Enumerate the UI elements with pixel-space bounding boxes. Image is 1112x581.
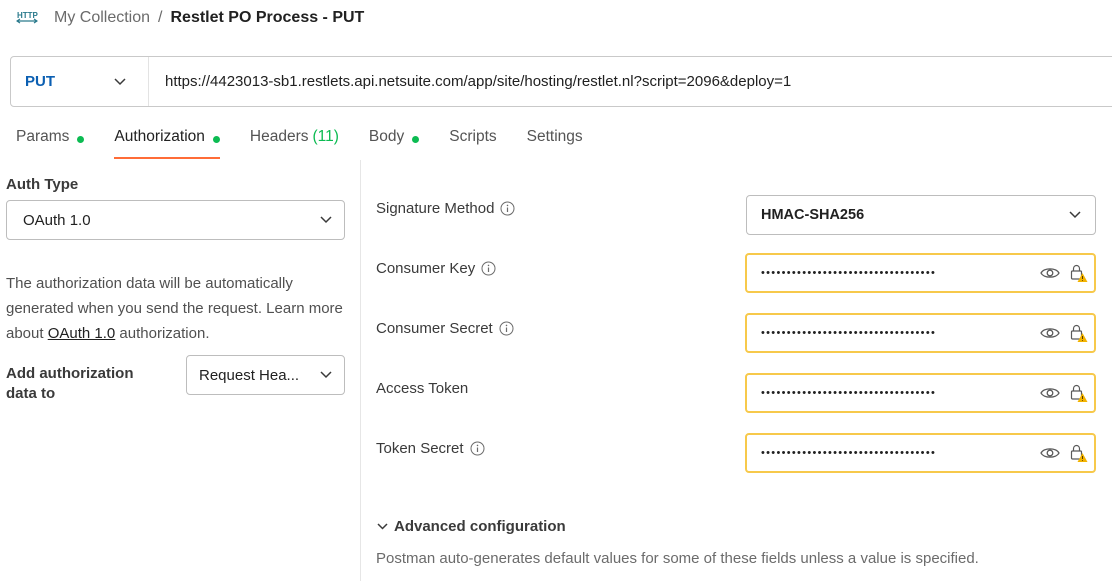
tab-settings[interactable]: Settings xyxy=(527,128,583,162)
eye-icon[interactable] xyxy=(1040,326,1060,340)
auth-type-label: Auth Type xyxy=(6,176,79,193)
breadcrumb: HTTP My Collection / Restlet PO Process … xyxy=(16,6,364,30)
access-token-input[interactable]: •••••••••••••••••••••••••••••••••• xyxy=(745,373,1096,413)
http-icon: HTTP xyxy=(16,11,38,24)
tab-label: Authorization xyxy=(114,128,205,145)
chevron-down-icon xyxy=(114,77,126,85)
request-tabs: Params Authorization Headers (11) Body S… xyxy=(16,128,613,162)
tab-label: Headers xyxy=(249,128,309,145)
consumer-key-label: Consumer Key xyxy=(376,260,496,277)
field-label-text: Consumer Key xyxy=(376,260,476,277)
method-label: PUT xyxy=(25,73,55,90)
token-secret-input[interactable]: •••••••••••••••••••••••••••••••••• xyxy=(745,433,1096,473)
info-icon[interactable] xyxy=(499,321,514,336)
consumer-secret-label: Consumer Secret xyxy=(376,320,514,337)
tab-authorization[interactable]: Authorization xyxy=(114,128,221,160)
masked-value: •••••••••••••••••••••••••••••••••• xyxy=(761,327,937,339)
info-icon[interactable] xyxy=(500,201,515,216)
add-auth-to-value: Request Hea... xyxy=(199,366,300,384)
auth-description: The authorization data will be automatic… xyxy=(6,271,346,346)
chevron-down-icon xyxy=(320,216,332,224)
eye-icon[interactable] xyxy=(1040,446,1060,460)
tab-label: Settings xyxy=(526,128,583,145)
lock-warning-icon[interactable] xyxy=(1070,443,1088,463)
add-auth-to-label: Add authorization data to xyxy=(6,365,134,402)
tab-body[interactable]: Body xyxy=(368,128,420,162)
advanced-config-toggle[interactable]: Advanced configuration xyxy=(377,518,566,535)
panel-divider xyxy=(360,160,361,581)
chevron-down-icon xyxy=(377,523,388,530)
field-label-text: Signature Method xyxy=(376,200,495,217)
oauth-docs-link[interactable]: OAuth 1.0 xyxy=(48,325,116,342)
status-dot-icon xyxy=(77,136,85,143)
tab-label: Body xyxy=(368,128,405,145)
field-label-text: Token Secret xyxy=(376,440,464,457)
tab-params[interactable]: Params xyxy=(16,128,85,162)
lock-warning-icon[interactable] xyxy=(1070,383,1088,403)
svg-text:HTTP: HTTP xyxy=(17,11,38,20)
url-bar: PUT https://4423013-sb1.restlets.api.net… xyxy=(10,56,1112,107)
lock-warning-icon[interactable] xyxy=(1070,323,1088,343)
breadcrumb-separator: / xyxy=(158,9,163,26)
tab-headers[interactable]: Headers (11) xyxy=(250,128,339,162)
auth-type-select[interactable]: OAuth 1.0 xyxy=(6,200,345,240)
masked-value: •••••••••••••••••••••••••••••••••• xyxy=(761,387,937,399)
chevron-down-icon xyxy=(320,371,332,379)
signature-method-label: Signature Method xyxy=(376,200,515,217)
advanced-config-label: Advanced configuration xyxy=(394,518,566,535)
add-auth-to-select[interactable]: Request Hea... xyxy=(186,355,345,395)
eye-icon[interactable] xyxy=(1040,266,1060,280)
field-label-text: Consumer Secret xyxy=(376,320,493,337)
request-title[interactable]: Restlet PO Process - PUT xyxy=(170,9,364,27)
masked-value: •••••••••••••••••••••••••••••••••• xyxy=(761,267,937,279)
field-label-text: Access Token xyxy=(376,380,469,397)
url-input[interactable]: https://4423013-sb1.restlets.api.netsuit… xyxy=(149,73,791,90)
advanced-config-description: Postman auto-generates default values fo… xyxy=(376,550,979,567)
signature-method-select[interactable]: HMAC-SHA256 xyxy=(746,195,1096,235)
access-token-label: Access Token xyxy=(376,380,468,397)
auth-type-value: OAuth 1.0 xyxy=(23,211,91,229)
token-secret-label: Token Secret xyxy=(376,440,485,457)
signature-method-value: HMAC-SHA256 xyxy=(761,207,865,223)
headers-count: (11) xyxy=(312,128,339,145)
lock-warning-icon[interactable] xyxy=(1070,263,1088,283)
info-icon[interactable] xyxy=(470,441,485,456)
info-icon[interactable] xyxy=(481,261,496,276)
tab-scripts[interactable]: Scripts xyxy=(449,128,496,162)
consumer-key-input[interactable]: •••••••••••••••••••••••••••••••••• xyxy=(745,253,1096,293)
status-dot-icon xyxy=(212,136,220,143)
masked-value: •••••••••••••••••••••••••••••••••• xyxy=(761,447,937,459)
chevron-down-icon xyxy=(1069,211,1081,219)
breadcrumb-collection-link[interactable]: My Collection xyxy=(54,9,150,27)
consumer-secret-input[interactable]: •••••••••••••••••••••••••••••••••• xyxy=(745,313,1096,353)
status-dot-icon xyxy=(412,136,420,143)
tab-label: Params xyxy=(16,128,70,145)
eye-icon[interactable] xyxy=(1040,386,1060,400)
method-select[interactable]: PUT xyxy=(11,57,149,106)
auth-desc-text-end: authorization. xyxy=(115,325,210,342)
tab-label: Scripts xyxy=(449,128,497,145)
